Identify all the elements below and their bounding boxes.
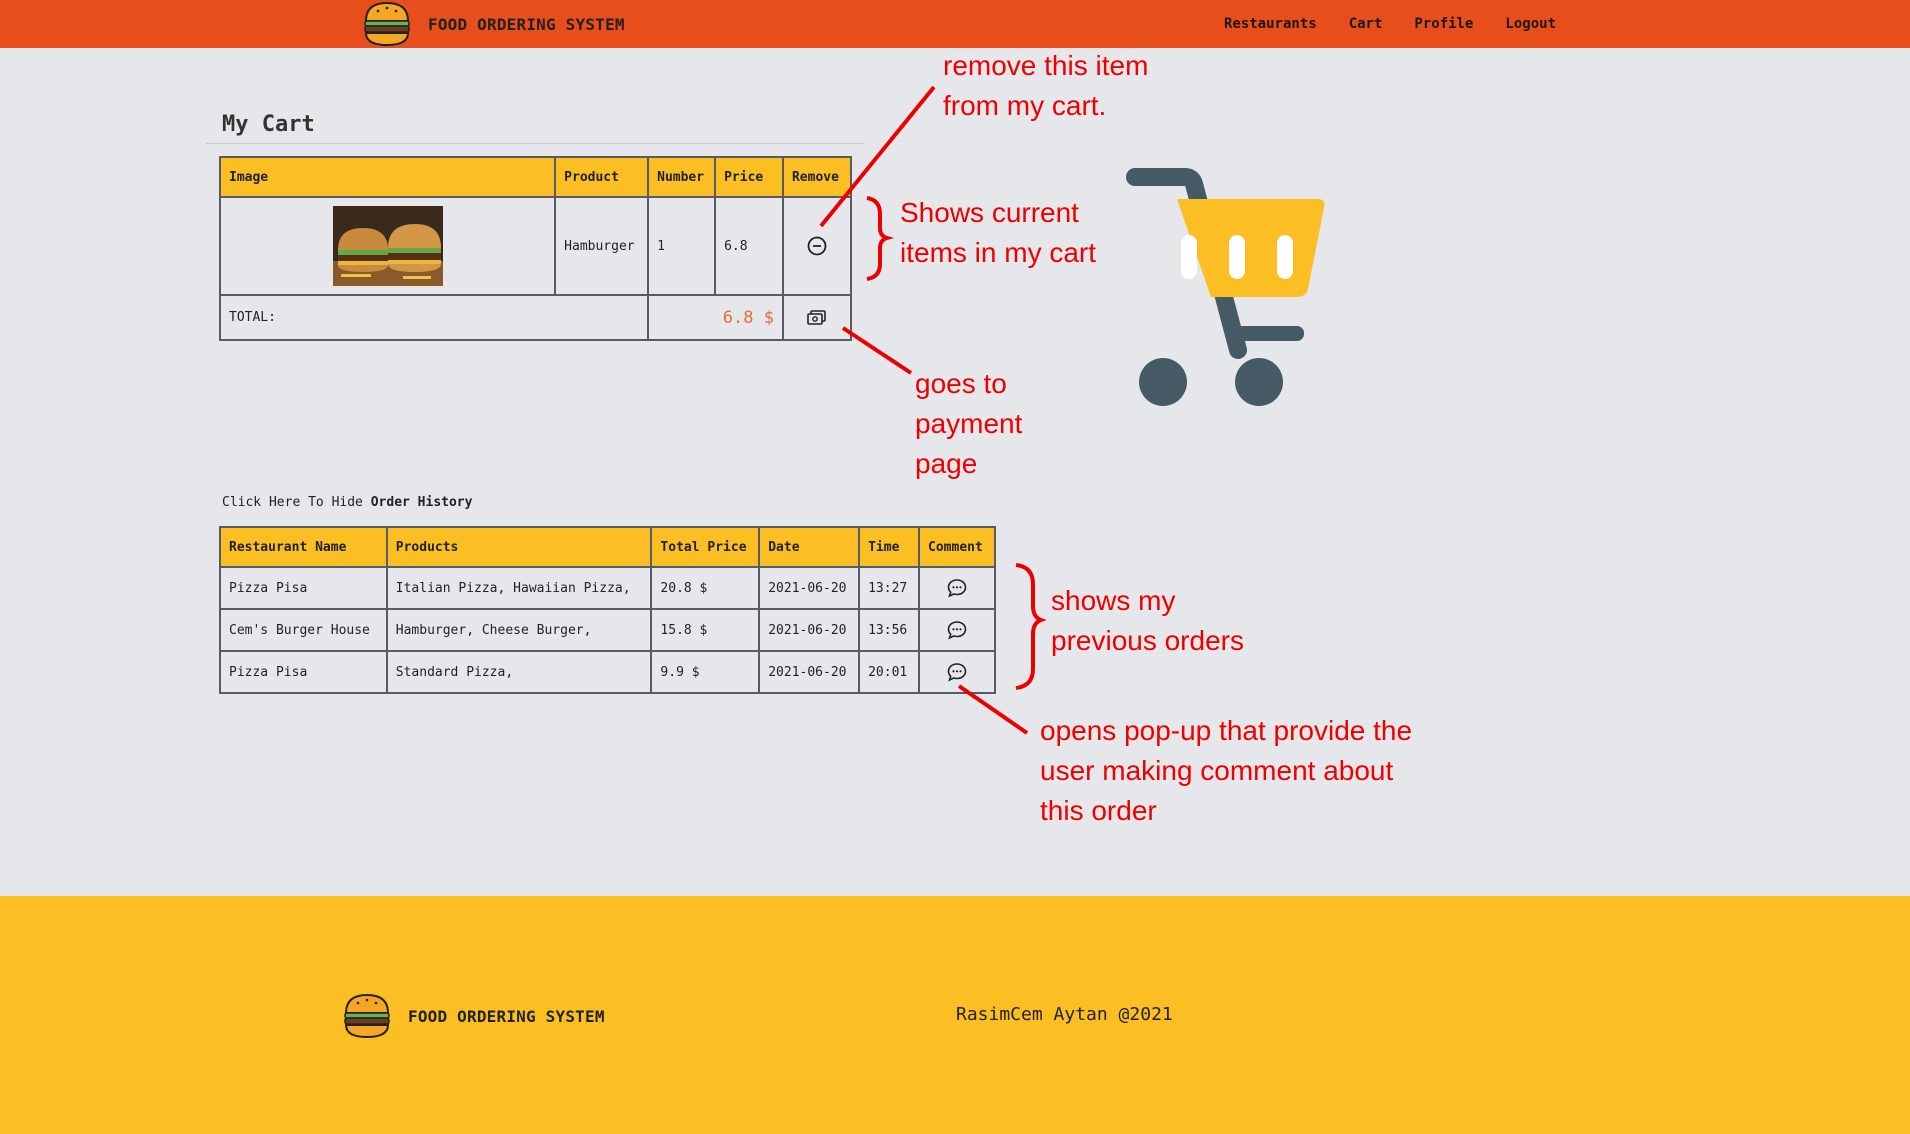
history-date: 2021-06-20 <box>758 650 861 694</box>
cart-total-label: TOTAL: <box>218 294 650 341</box>
cart-item-number: 1 <box>647 196 717 296</box>
annotation-brace-cart <box>866 196 895 281</box>
history-comment-cell <box>918 650 996 694</box>
payment-icon[interactable] <box>806 307 828 329</box>
history-col-time: Time <box>858 526 921 568</box>
history-col-total: Total Price <box>650 526 761 568</box>
annotation-text-line: this order <box>1040 795 1157 826</box>
annotation-text-line: from my cart. <box>943 90 1107 121</box>
cart-item-price: 6.8 <box>714 196 784 296</box>
main-nav: Restaurants Cart Profile Logout <box>1224 0 1556 48</box>
cart-pay-cell <box>781 294 853 341</box>
nav-restaurants[interactable]: Restaurants <box>1224 16 1317 32</box>
history-col-products: Products <box>385 526 653 568</box>
history-row: Pizza Pisa Standard Pizza, 9.9 $ 2021-06… <box>219 650 996 694</box>
header-brand[interactable]: FOOD ORDERING SYSTEM <box>362 0 625 48</box>
footer: FOOD ORDERING SYSTEM RasimCem Aytan @202… <box>0 896 1910 1134</box>
nav-logout[interactable]: Logout <box>1505 16 1556 32</box>
annotation-text-line: payment <box>915 408 1023 439</box>
cart-item-product: Hamburger <box>554 196 650 296</box>
cart-item-remove-cell <box>781 196 853 296</box>
comment-icon[interactable] <box>946 619 968 641</box>
annotation-text-line: shows my <box>1051 585 1176 616</box>
annotation-text-line: remove this item <box>943 50 1149 81</box>
hamburger-photo-icon <box>332 206 443 286</box>
cart-col-product: Product <box>554 156 650 198</box>
cart-item-row: Hamburger 1 6.8 <box>218 196 853 296</box>
history-col-comment: Comment <box>918 526 996 568</box>
annotation-text-line: page <box>915 448 978 479</box>
history-col-date: Date <box>758 526 861 568</box>
annotation-text-line: opens pop-up that provide the <box>1040 715 1413 746</box>
burger-logo-icon <box>364 1 410 47</box>
history-products: Standard Pizza, <box>385 650 653 694</box>
toggle-order-history-link[interactable]: Click Here To Hide Order History <box>222 495 472 510</box>
history-products: Hamburger, Cheese Burger, <box>385 608 653 652</box>
cart-header-row: Image Product Number Price Remove <box>218 156 853 198</box>
annotation-text-line: items in my cart <box>900 237 1097 268</box>
cart-table: Image Product Number Price Remove Hambur… <box>218 156 853 341</box>
annotation-text-line: goes to <box>915 368 1007 399</box>
history-restaurant: Cem's Burger House <box>219 608 388 652</box>
history-row: Cem's Burger House Hamburger, Cheese Bur… <box>219 608 996 652</box>
cart-item-image-cell <box>218 196 557 296</box>
header-brand-name: FOOD ORDERING SYSTEM <box>428 14 625 34</box>
comment-icon[interactable] <box>946 661 968 683</box>
annotation-remove-note: remove this item from my cart. <box>943 46 1148 126</box>
history-products: Italian Pizza, Hawaiian Pizza, <box>385 566 653 610</box>
toggle-history-label: Order History <box>370 495 473 510</box>
history-total: 9.9 $ <box>650 650 761 694</box>
history-total: 20.8 $ <box>650 566 761 610</box>
annotation-text-line: previous orders <box>1051 625 1244 656</box>
copyright-text: RasimCem Aytan @2021 <box>956 1004 1173 1025</box>
history-date: 2021-06-20 <box>758 566 861 610</box>
annotation-payment-note: goes to payment page <box>915 364 1022 484</box>
comment-icon[interactable] <box>946 577 968 599</box>
history-col-restaurant: Restaurant Name <box>219 526 388 568</box>
annotation-text-line: Shows current <box>900 197 1079 228</box>
history-date: 2021-06-20 <box>758 608 861 652</box>
annotation-brace-history <box>1015 563 1047 690</box>
minus-circle-icon[interactable] <box>806 235 828 257</box>
annotation-line-payment <box>841 326 913 375</box>
footer-brand: FOOD ORDERING SYSTEM <box>342 991 605 1041</box>
cart-col-price: Price <box>714 156 784 198</box>
history-total: 15.8 $ <box>650 608 761 652</box>
history-restaurant: Pizza Pisa <box>219 566 388 610</box>
history-comment-cell <box>918 566 996 610</box>
cart-col-remove: Remove <box>781 156 853 198</box>
history-time: 13:27 <box>858 566 921 610</box>
history-row: Pizza Pisa Italian Pizza, Hawaiian Pizza… <box>219 566 996 610</box>
cart-total-row: TOTAL: 6.8 $ <box>218 294 853 341</box>
annotation-comment-note: opens pop-up that provide the user makin… <box>1040 711 1412 831</box>
cart-title-divider <box>206 143 864 144</box>
history-comment-cell <box>918 608 996 652</box>
history-header-row: Restaurant Name Products Total Price Dat… <box>219 526 996 568</box>
annotation-current-items-note: Shows current items in my cart <box>900 193 1096 273</box>
nav-profile[interactable]: Profile <box>1414 16 1473 32</box>
top-navbar: FOOD ORDERING SYSTEM Restaurants Cart Pr… <box>0 0 1910 48</box>
history-restaurant: Pizza Pisa <box>219 650 388 694</box>
annotation-text-line: user making comment about <box>1040 755 1394 786</box>
cart-col-image: Image <box>218 156 557 198</box>
cart-total-value: 6.8 $ <box>647 294 784 341</box>
cart-title: My Cart <box>222 112 315 137</box>
cart-col-number: Number <box>647 156 717 198</box>
toggle-history-prefix: Click Here To Hide <box>222 495 363 510</box>
history-time: 13:56 <box>858 608 921 652</box>
order-history-table: Restaurant Name Products Total Price Dat… <box>219 526 996 694</box>
annotation-previous-orders-note: shows my previous orders <box>1051 581 1244 661</box>
footer-brand-name: FOOD ORDERING SYSTEM <box>408 1006 605 1026</box>
history-time: 20:01 <box>858 650 921 694</box>
burger-logo-icon <box>344 993 390 1039</box>
nav-cart[interactable]: Cart <box>1349 16 1383 32</box>
